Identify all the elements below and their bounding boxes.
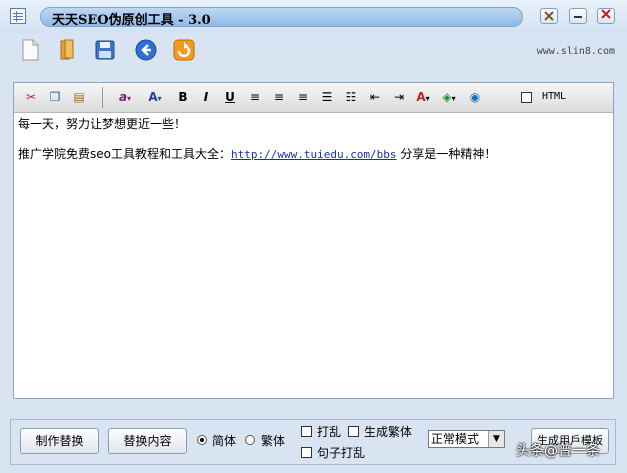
- new-document-icon[interactable]: [18, 38, 42, 62]
- align-center-icon[interactable]: ≡: [270, 88, 288, 106]
- editor-toolbar: ✂ ❐ ▤ a▾ A▾ B I U ≡ ≡ ≡ ☰ ☷ ⇤ ⇥ A▾ ◈▾ ◉ …: [14, 83, 613, 113]
- copy-icon[interactable]: ❐: [46, 88, 64, 106]
- editor-panel: ✂ ❐ ▤ a▾ A▾ B I U ≡ ≡ ≡ ☰ ☷ ⇤ ⇥ A▾ ◈▾ ◉ …: [13, 82, 614, 399]
- mode-selected-value: 正常模式: [431, 432, 480, 446]
- minimize-button[interactable]: [569, 8, 587, 24]
- italic-icon[interactable]: I: [197, 88, 215, 106]
- html-checkbox[interactable]: [521, 92, 532, 103]
- align-right-icon[interactable]: ≡: [294, 88, 312, 106]
- title-bar: 天天SEO伪原创工具 - 3.0: [0, 0, 627, 34]
- cut-icon[interactable]: ✂: [22, 88, 40, 106]
- refresh-icon[interactable]: [172, 38, 196, 62]
- traditional-radio[interactable]: [245, 435, 255, 445]
- bold-icon[interactable]: B: [174, 88, 192, 106]
- make-replace-button[interactable]: 制作替换: [20, 428, 99, 454]
- line2-suffix: 分享是一种精神！: [400, 147, 497, 161]
- paste-icon[interactable]: ▤: [70, 88, 88, 106]
- back-arrow-icon[interactable]: [134, 38, 158, 62]
- indent-icon[interactable]: ⇥: [390, 88, 408, 106]
- font-style-icon[interactable]: a▾: [116, 88, 134, 106]
- sentence-shuffle-checkbox[interactable]: [301, 447, 312, 458]
- toolbar-separator: [102, 87, 103, 108]
- bullet-list-icon[interactable]: ☷: [342, 88, 360, 106]
- gen-traditional-label: 生成繁体: [364, 425, 413, 439]
- close-icon: [601, 9, 611, 19]
- numbered-list-icon[interactable]: ☰: [318, 88, 336, 106]
- gen-traditional-checkbox[interactable]: [348, 426, 359, 437]
- forum-link[interactable]: http://www.tuiedu.com/bbs: [231, 148, 397, 161]
- outdent-icon[interactable]: ⇤: [366, 88, 384, 106]
- window-title: 天天SEO伪原创工具 - 3.0: [52, 13, 211, 28]
- chevron-down-icon: ▼: [488, 431, 504, 447]
- app-icon: [10, 8, 26, 24]
- simplified-label: 简体: [212, 434, 237, 448]
- simplified-radio[interactable]: [197, 435, 207, 445]
- main-toolbar: www.slin8.com: [0, 34, 627, 70]
- mode-select[interactable]: 正常模式 ▼: [428, 430, 505, 448]
- minimize-icon: [574, 16, 582, 18]
- align-left-icon[interactable]: ≡: [246, 88, 264, 106]
- shuffle-checkbox[interactable]: [301, 426, 312, 437]
- font-color-icon[interactable]: A▾: [414, 88, 432, 106]
- tools-icon: [544, 11, 554, 21]
- site-url-label: www.slin8.com: [536, 46, 615, 57]
- insert-link-icon[interactable]: ◉: [466, 88, 484, 106]
- content-line-2: 推广学院免费seo工具教程和工具大全：http://www.tuiedu.com…: [18, 145, 496, 162]
- content-line-1: 每一天，努力让梦想更近一些！: [18, 117, 187, 131]
- close-button[interactable]: [597, 8, 615, 24]
- sentence-shuffle-label: 句子打乱: [317, 446, 366, 460]
- save-icon[interactable]: [93, 38, 117, 62]
- font-size-icon[interactable]: A▾: [146, 88, 164, 106]
- html-label: HTML: [542, 91, 567, 102]
- settings-button[interactable]: [540, 8, 558, 24]
- traditional-label: 繁体: [261, 434, 286, 448]
- shuffle-label: 打乱: [317, 425, 342, 439]
- line2-prefix: 推广学院免费seo工具教程和工具大全：: [18, 147, 231, 161]
- underline-icon[interactable]: U: [221, 88, 239, 106]
- replace-content-button[interactable]: 替换内容: [108, 428, 187, 454]
- highlight-color-icon[interactable]: ◈▾: [440, 88, 458, 106]
- open-folder-icon[interactable]: [55, 38, 79, 62]
- watermark: 头条@普一条: [516, 443, 600, 459]
